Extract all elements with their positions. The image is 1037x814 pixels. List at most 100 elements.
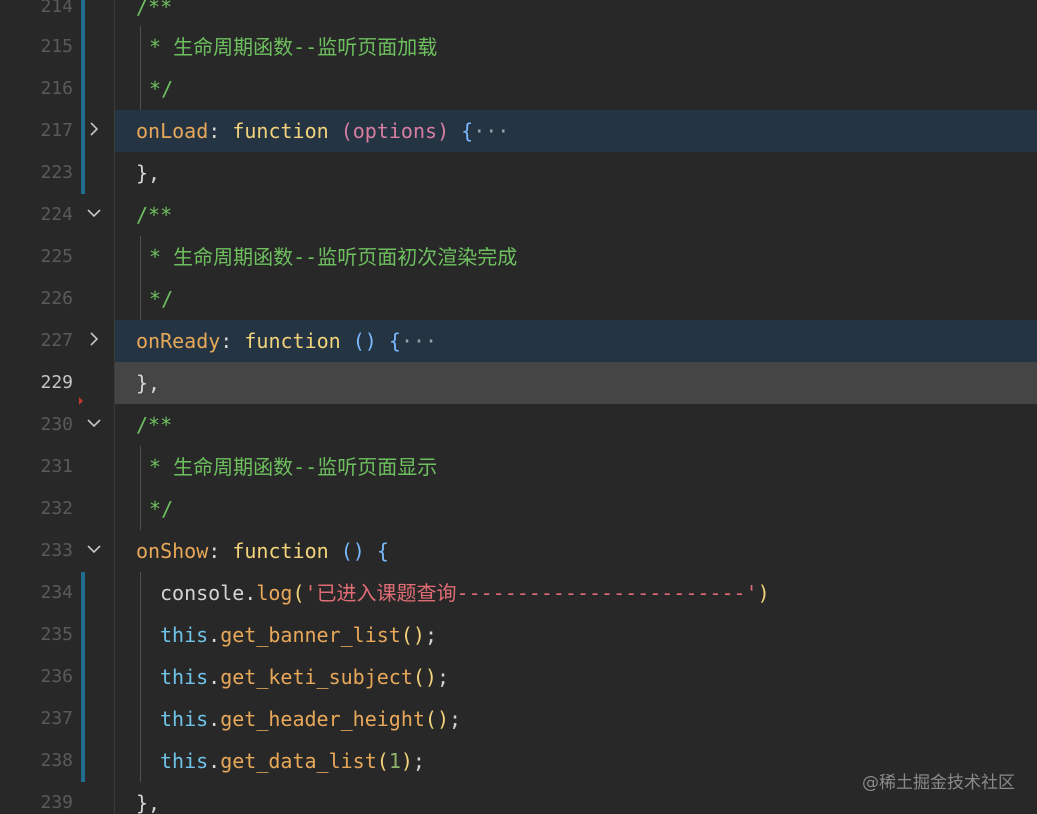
comment-text: */ <box>137 497 174 521</box>
code-text: this.get_data_list(1); <box>160 749 425 773</box>
code-line[interactable]: 216 */ <box>0 68 1037 110</box>
git-change-bar <box>81 68 85 110</box>
current-line-highlight <box>114 362 1037 404</box>
line-number: 229 <box>40 372 73 393</box>
code-text: this.get_keti_subject(); <box>160 665 450 689</box>
code-text: console.log('已进入课题查询--------------------… <box>160 581 770 605</box>
line-number: 239 <box>40 792 73 813</box>
property-name: onLoad <box>136 119 209 143</box>
line-number: 217 <box>40 120 73 141</box>
code-line[interactable]: 224 /** <box>0 194 1037 236</box>
comment-text: * 生命周期函数--监听页面加载 <box>137 35 438 59</box>
code-line[interactable]: 217 onLoad: function (options) {··· <box>0 110 1037 152</box>
code-text: }, <box>136 371 161 395</box>
git-change-bar <box>81 0 85 28</box>
line-number: 238 <box>40 750 73 771</box>
line-number: 223 <box>40 162 73 183</box>
code-line[interactable]: 226 */ <box>0 278 1037 320</box>
method-name: log <box>256 581 293 605</box>
code-line-current[interactable]: 229 }, <box>0 362 1037 404</box>
code-text: this.get_header_height(); <box>160 707 462 731</box>
string-literal: '已进入课题查询------------------------' <box>304 581 758 605</box>
code-editor[interactable]: 214 /** 215 * 生命周期函数--监听页面加载 216 */ 217 … <box>0 0 1037 814</box>
parameter: options <box>352 119 438 143</box>
git-change-bar <box>81 26 85 68</box>
code-text: this.get_banner_list(); <box>160 623 437 647</box>
line-number: 227 <box>40 330 73 351</box>
line-number: 235 <box>40 624 73 645</box>
keyword: function <box>244 329 341 353</box>
comment-text: /** <box>136 203 173 227</box>
this-keyword: this <box>160 623 209 647</box>
line-number: 236 <box>40 666 73 687</box>
code-text: }, <box>136 791 161 814</box>
code-line[interactable]: 223 }, <box>0 152 1037 194</box>
line-number: 214 <box>40 0 73 17</box>
comment-text: * 生命周期函数--监听页面初次渲染完成 <box>137 245 518 269</box>
code-line[interactable]: 234 console.log('已进入课题查询----------------… <box>0 572 1037 614</box>
method-name: get_banner_list <box>220 623 401 647</box>
code-line[interactable]: 230 /** <box>0 404 1037 446</box>
indent-guide <box>140 614 141 656</box>
indent-guide <box>140 698 141 740</box>
line-number: 216 <box>40 78 73 99</box>
code-line[interactable]: 233 onShow: function () { <box>0 530 1037 572</box>
code-line[interactable]: 215 * 生命周期函数--监听页面加载 <box>0 26 1037 68</box>
this-keyword: this <box>160 665 209 689</box>
git-change-bar <box>81 572 85 614</box>
indent-guide <box>140 740 141 782</box>
number-literal: 1 <box>388 749 401 773</box>
code-line[interactable]: 232 */ <box>0 488 1037 530</box>
line-number: 231 <box>40 456 73 477</box>
code-line[interactable]: 227 onReady: function () {··· <box>0 320 1037 362</box>
watermark: @稀土掘金技术社区 <box>862 773 1015 793</box>
method-name: get_keti_subject <box>220 665 413 689</box>
code-line[interactable]: 236 this.get_keti_subject(); <box>0 656 1037 698</box>
line-number: 226 <box>40 288 73 309</box>
code-text: onShow: function () { <box>136 539 389 563</box>
comment-text: /** <box>136 413 173 437</box>
method-name: get_header_height <box>220 707 425 731</box>
line-number: 215 <box>40 36 73 57</box>
code-text: }, <box>136 161 161 185</box>
chevron-right-icon[interactable] <box>84 119 104 139</box>
this-keyword: this <box>160 749 209 773</box>
method-name: get_data_list <box>220 749 377 773</box>
property-name: onShow <box>136 539 209 563</box>
keyword: function <box>232 119 329 143</box>
code-text: onLoad: function (options) {··· <box>136 119 510 143</box>
code-line[interactable]: 237 this.get_header_height(); <box>0 698 1037 740</box>
line-number: 232 <box>40 498 73 519</box>
folded-ellipsis[interactable]: ··· <box>401 329 437 353</box>
folded-ellipsis[interactable]: ··· <box>473 119 509 143</box>
code-line[interactable]: 235 this.get_banner_list(); <box>0 614 1037 656</box>
this-keyword: this <box>160 707 209 731</box>
comment-text: /** <box>136 0 173 19</box>
indent-guide <box>140 572 141 614</box>
chevron-down-icon[interactable] <box>84 203 104 223</box>
git-change-bar <box>81 152 85 194</box>
comment-text: */ <box>137 287 174 311</box>
line-number: 233 <box>40 540 73 561</box>
keyword: function <box>232 539 329 563</box>
property-name: onReady <box>136 329 221 353</box>
line-number: 237 <box>40 708 73 729</box>
git-change-bar <box>81 698 85 740</box>
chevron-right-icon[interactable] <box>84 329 104 349</box>
code-line[interactable]: 214 /** <box>0 0 1037 28</box>
comment-text: */ <box>137 77 174 101</box>
chevron-down-icon[interactable] <box>84 539 104 559</box>
line-number: 224 <box>40 204 73 225</box>
line-number: 230 <box>40 414 73 435</box>
git-change-bar <box>81 740 85 782</box>
line-number: 234 <box>40 582 73 603</box>
code-line[interactable]: 231 * 生命周期函数--监听页面显示 <box>0 446 1037 488</box>
indent-guide <box>140 656 141 698</box>
gutter-separator <box>114 0 115 814</box>
code-line[interactable]: 225 * 生命周期函数--监听页面初次渲染完成 <box>0 236 1037 278</box>
git-change-bar <box>81 656 85 698</box>
chevron-down-icon[interactable] <box>84 413 104 433</box>
git-change-bar <box>81 614 85 656</box>
comment-text: * 生命周期函数--监听页面显示 <box>137 455 438 479</box>
code-text: onReady: function () {··· <box>136 329 438 353</box>
